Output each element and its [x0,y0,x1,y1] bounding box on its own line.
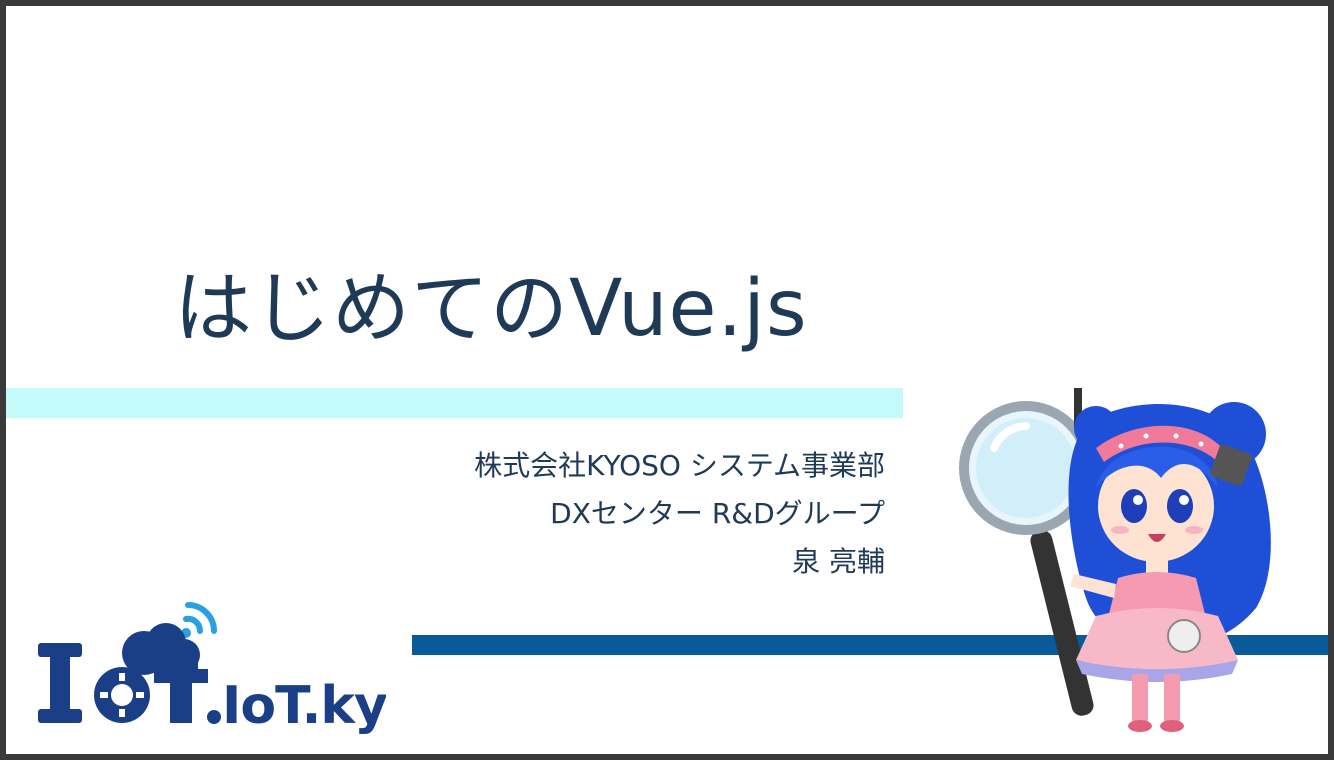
iot-kyoto-logo-icon: IoT.kyoto [38,602,386,736]
presenter-company: 株式会社KYOSO システム事業部 [474,449,885,482]
presenter-name: 泉 亮輔 [792,545,885,578]
presenter-info: 株式会社KYOSO システム事業部 DXセンター R&Dグループ 泉 亮輔 [474,442,885,586]
logo-text: IoT.kyoto [222,676,386,736]
accent-band-light [6,388,903,418]
slide: はじめてのVue.js 株式会社KYOSO システム事業部 DXセンター R&D… [6,6,1328,754]
presenter-group: DXセンター R&Dグループ [550,497,885,530]
slide-title: はじめてのVue.js [174,264,808,354]
mascot-icon [959,388,1271,732]
